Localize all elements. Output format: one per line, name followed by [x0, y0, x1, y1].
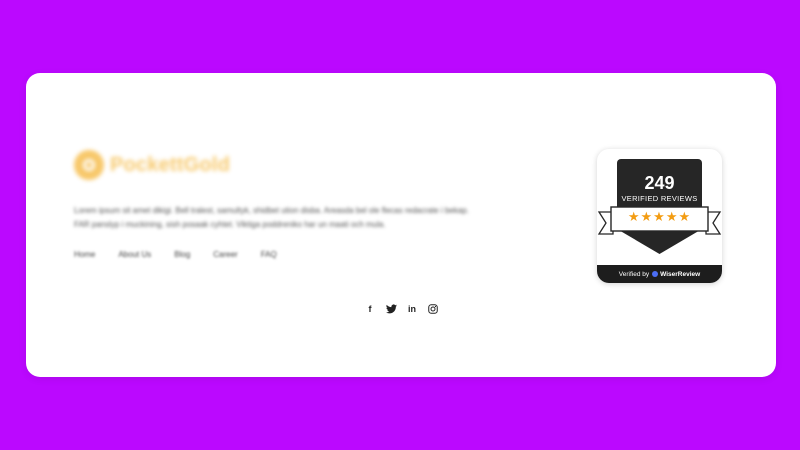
provider-name: WiserReview [660, 270, 701, 278]
instagram-icon[interactable] [427, 303, 439, 315]
nav-item-home[interactable]: Home [74, 250, 95, 259]
nav-item-blog[interactable]: Blog [174, 250, 190, 259]
nav-item-about-us[interactable]: About Us [118, 250, 151, 259]
footer-nav: Home About Us Blog Career FAQ [74, 250, 300, 259]
brand-name: PockettGold [110, 153, 230, 176]
footer-card: PockettGold Lorem ipsum sit amet dikigi.… [26, 73, 776, 377]
twitter-icon[interactable] [385, 303, 397, 315]
nav-item-career[interactable]: Career [213, 250, 237, 259]
footer-description: Lorem ipsum sit amet dikigi. Bell trales… [74, 206, 469, 229]
verified-by-label: Verified by [618, 270, 650, 278]
social-links: f in [364, 303, 448, 315]
review-badge[interactable]: 249 VERIFIED REVIEWS ★★★★★ Verified by W… [597, 149, 722, 283]
verified-bar: Verified by WiserReview [597, 265, 722, 283]
facebook-icon[interactable]: f [364, 303, 376, 315]
review-count: 249 [644, 173, 675, 193]
wiserreview-logo-icon [652, 271, 659, 277]
review-label: VERIFIED REVIEWS [621, 194, 698, 203]
coin-icon [74, 150, 104, 180]
star-rating: ★★★★★ [627, 209, 692, 224]
nav-item-faq[interactable]: FAQ [261, 250, 277, 259]
brand[interactable]: PockettGold [74, 150, 230, 180]
linkedin-icon[interactable]: in [406, 303, 418, 315]
